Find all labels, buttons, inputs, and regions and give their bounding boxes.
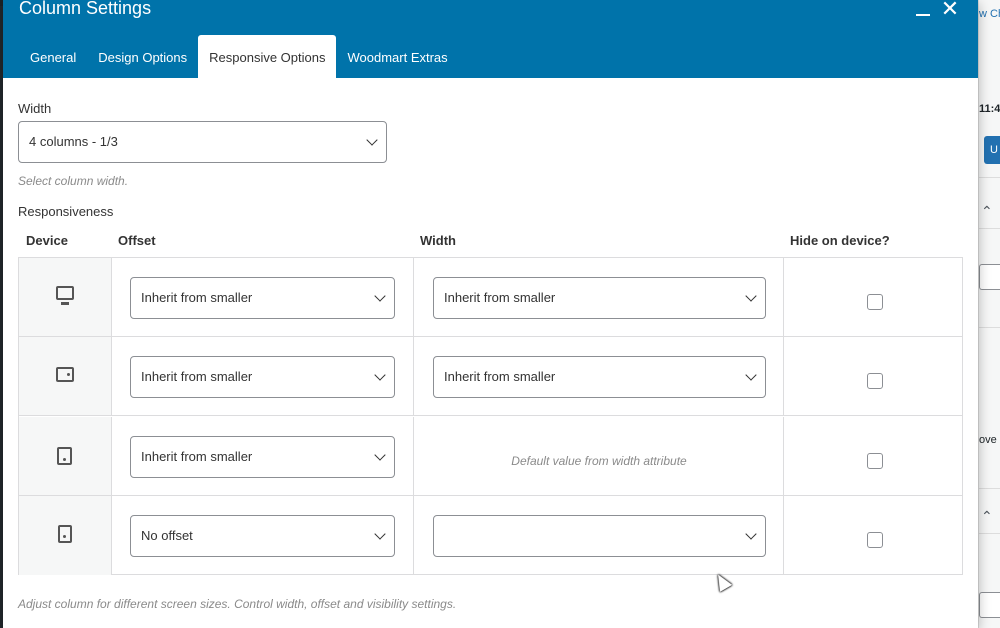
close-icon[interactable]: ✕ — [939, 0, 961, 22]
background-divider — [979, 488, 1000, 489]
offset-cell: Inherit from smaller — [112, 258, 414, 336]
tab-bar: General Design Options Responsive Option… — [3, 35, 459, 78]
hide-cell — [784, 417, 962, 495]
device-cell — [19, 496, 112, 575]
hide-checkbox-tablet-landscape[interactable] — [867, 373, 883, 389]
modal-header: Column Settings ✕ General Design Options… — [3, 0, 978, 78]
hide-cell — [784, 258, 962, 336]
offset-select-value: Inherit from smaller — [141, 290, 253, 305]
header-device: Device — [26, 233, 68, 248]
phone-icon — [58, 525, 72, 543]
background-page: w Ch 11:4 U ⌃ ove ⌃ — [978, 0, 1000, 628]
offset-select-phone[interactable]: No offset — [130, 515, 395, 557]
header-hide-on-device: Hide on device? — [790, 233, 890, 248]
responsiveness-hint: Adjust column for different screen sizes… — [18, 597, 457, 611]
device-cell — [19, 258, 112, 336]
device-cell — [19, 417, 112, 495]
desktop-icon — [56, 286, 74, 305]
width-select[interactable]: 4 columns - 1/3 — [18, 121, 387, 163]
tab-general[interactable]: General — [19, 35, 87, 78]
width-select-value: 4 columns - 1/3 — [29, 134, 118, 149]
width-select-value: Inherit from smaller — [444, 290, 556, 305]
chevron-down-icon — [745, 290, 757, 302]
chevron-down-icon — [366, 134, 378, 146]
background-select — [979, 264, 1000, 290]
offset-select-desktop[interactable]: Inherit from smaller — [130, 277, 395, 319]
offset-cell: Inherit from smaller — [112, 417, 414, 495]
width-cell: Inherit from smaller — [414, 258, 784, 336]
width-cell: Default value from width attribute — [414, 417, 784, 495]
width-cell — [414, 496, 784, 575]
column-settings-modal: Column Settings ✕ General Design Options… — [3, 0, 978, 628]
background-divider — [979, 327, 1000, 328]
table-row: Inherit from smaller Default value from … — [19, 417, 962, 496]
width-select-value: Inherit from smaller — [444, 369, 556, 384]
tab-design-options[interactable]: Design Options — [87, 35, 198, 78]
width-hint: Select column width. — [18, 174, 129, 188]
minimize-icon[interactable] — [913, 0, 935, 22]
responsive-table: Inherit from smaller Inherit from smalle… — [18, 257, 963, 575]
offset-select-tablet-portrait[interactable]: Inherit from smaller — [130, 436, 395, 478]
background-link-fragment: w Ch — [979, 8, 1000, 20]
chevron-down-icon — [745, 528, 757, 540]
hide-checkbox-phone[interactable] — [867, 532, 883, 548]
chevron-down-icon — [374, 290, 386, 302]
width-cell: Inherit from smaller — [414, 337, 784, 415]
chevron-up-icon: ⌃ — [981, 203, 993, 219]
width-select-phone[interactable] — [433, 515, 766, 557]
hide-checkbox-desktop[interactable] — [867, 294, 883, 310]
chevron-down-icon — [374, 449, 386, 461]
background-divider — [979, 533, 1000, 534]
background-text-fragment: ove — [979, 434, 997, 446]
background-time-fragment: 11:4 — [979, 103, 1000, 115]
tablet-portrait-icon — [57, 447, 72, 465]
background-divider — [979, 177, 1000, 178]
background-divider — [979, 228, 1000, 229]
hide-cell — [784, 496, 962, 575]
header-offset: Offset — [118, 233, 156, 248]
offset-cell: No offset — [112, 496, 414, 575]
offset-select-tablet-landscape[interactable]: Inherit from smaller — [130, 356, 395, 398]
table-row: No offset — [19, 496, 962, 575]
offset-select-value: Inherit from smaller — [141, 369, 253, 384]
table-row: Inherit from smaller Inherit from smalle… — [19, 258, 962, 337]
device-cell — [19, 337, 112, 415]
chevron-down-icon — [374, 369, 386, 381]
hide-cell — [784, 337, 962, 415]
tab-responsive-options[interactable]: Responsive Options — [198, 35, 337, 78]
tab-woodmart-extras[interactable]: Woodmart Extras — [336, 35, 458, 78]
background-update-button: U — [984, 136, 1000, 164]
background-select — [979, 592, 1000, 618]
chevron-up-icon: ⌃ — [981, 508, 993, 524]
table-row: Inherit from smaller Inherit from smalle… — [19, 337, 962, 416]
width-label: Width — [18, 101, 52, 116]
header-width: Width — [420, 233, 456, 248]
width-default-hint: Default value from width attribute — [511, 454, 687, 468]
width-select-desktop[interactable]: Inherit from smaller — [433, 277, 766, 319]
responsiveness-label: Responsiveness — [18, 204, 114, 219]
width-select-tablet-landscape[interactable]: Inherit from smaller — [433, 356, 766, 398]
modal-title: Column Settings — [19, 0, 152, 18]
offset-cell: Inherit from smaller — [112, 337, 414, 415]
tablet-landscape-icon — [56, 367, 74, 382]
hide-checkbox-tablet-portrait[interactable] — [867, 453, 883, 469]
offset-select-value: Inherit from smaller — [141, 449, 253, 464]
chevron-down-icon — [374, 528, 386, 540]
offset-select-value: No offset — [141, 528, 193, 543]
chevron-down-icon — [745, 369, 757, 381]
